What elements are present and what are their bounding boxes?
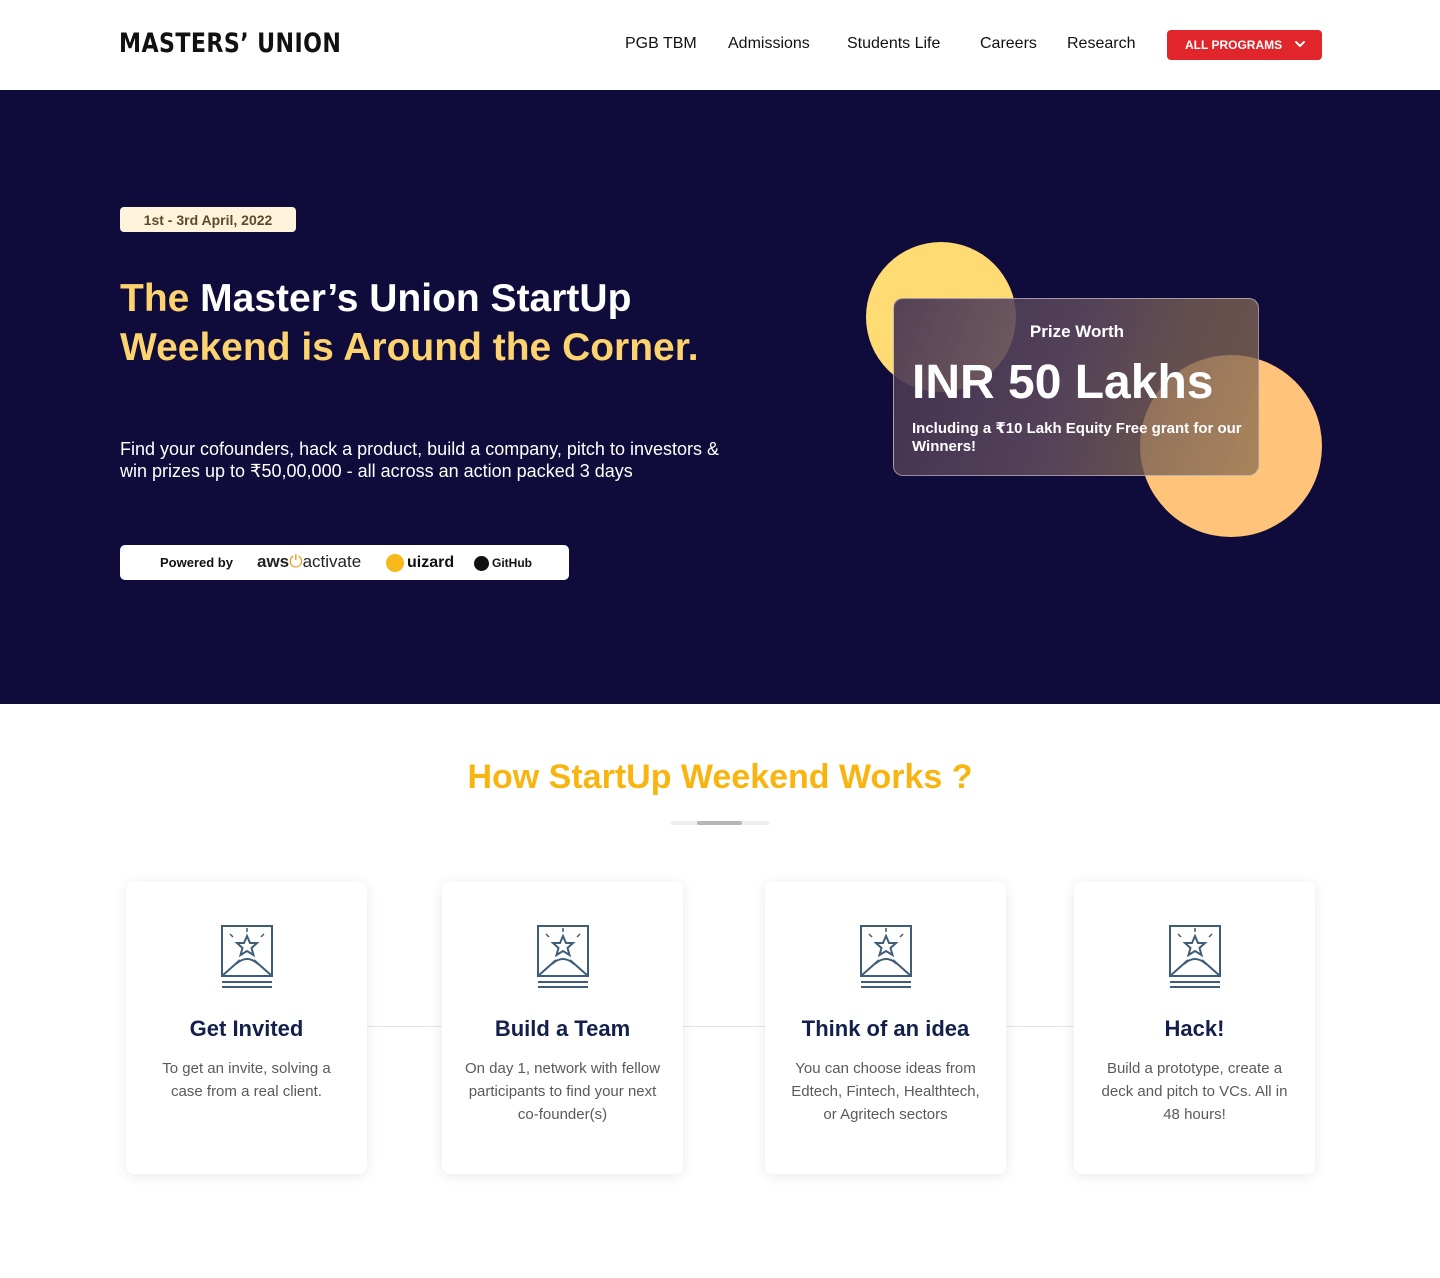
headline-part-1: The bbox=[120, 277, 201, 320]
all-programs-button[interactable]: ALL PROGRAMS bbox=[1167, 30, 1322, 60]
step-description: Build a prototype, create a deck and pit… bbox=[1101, 1060, 1288, 1123]
nav-link-careers[interactable]: Careers bbox=[980, 35, 1037, 55]
hero-headline: The Master’s Union StartUp Weekend is Ar… bbox=[120, 274, 760, 372]
award-envelope-icon bbox=[537, 925, 589, 988]
aws-wordmark: aws bbox=[257, 552, 290, 571]
nav-link-research[interactable]: Research bbox=[1067, 35, 1135, 55]
github-octocat-icon bbox=[474, 555, 489, 571]
site-logo[interactable]: MASTERS’ UNION bbox=[119, 28, 341, 59]
step-description: To get an invite, solving a case from a … bbox=[162, 1060, 331, 1100]
prize-label: Prize Worth bbox=[1029, 322, 1125, 341]
title-divider-accent bbox=[697, 821, 742, 825]
headline-part-3: Weekend is Around the Corner. bbox=[120, 326, 699, 369]
prize-card: Prize Worth INR 50 Lakhs Including a ₹10… bbox=[893, 298, 1259, 476]
uizard-wordmark: uizard bbox=[407, 554, 455, 571]
headline-part-2: Master’s Union StartUp bbox=[200, 277, 632, 320]
nav-link-admissions[interactable]: Admissions bbox=[728, 35, 810, 55]
power-icon: ⏻ bbox=[289, 552, 303, 571]
prize-amount: INR 50 Lakhs bbox=[912, 356, 1214, 409]
hero-section: 1st - 3rd April, 2022 The Master’s Union… bbox=[0, 90, 1440, 704]
chevron-down-icon bbox=[1295, 41, 1305, 48]
step-card-get-invited: Get Invited To get an invite, solving a … bbox=[126, 882, 367, 1174]
step-title: Think of an idea bbox=[801, 1016, 970, 1041]
activate-wordmark: activate bbox=[302, 552, 362, 571]
powered-by-label: Powered by bbox=[160, 555, 233, 570]
hero-subtext: Find your cofounders, hack a product, bu… bbox=[120, 439, 719, 481]
award-envelope-icon bbox=[221, 925, 273, 988]
site-header: MASTERS’ UNION PGB TBM Admissions Studen… bbox=[0, 0, 1440, 90]
step-card-hack: Hack! Build a prototype, create a deck a… bbox=[1074, 882, 1315, 1174]
prize-note: Including a ₹10 Lakh Equity Free grant f… bbox=[912, 420, 1242, 455]
step-card-think-of-an-idea: Think of an idea You can choose ideas fr… bbox=[765, 882, 1006, 1174]
event-date-badge: 1st - 3rd April, 2022 bbox=[120, 207, 296, 232]
aws-activate-logo: aws⏻activate bbox=[257, 552, 361, 572]
step-title: Build a Team bbox=[494, 1016, 631, 1041]
github-logo: GitHub bbox=[474, 555, 532, 571]
how-it-works-title: How StartUp Weekend Works ? bbox=[467, 758, 973, 796]
sponsors-bar: Powered by aws⏻activate uizard GitHub bbox=[120, 545, 569, 580]
github-wordmark: GitHub bbox=[492, 556, 532, 570]
all-programs-label: ALL PROGRAMS bbox=[1185, 38, 1283, 52]
title-divider bbox=[670, 821, 770, 825]
step-title: Get Invited bbox=[189, 1016, 304, 1041]
step-description: You can choose ideas from Edtech, Fintec… bbox=[791, 1060, 980, 1123]
award-envelope-icon bbox=[1169, 925, 1221, 988]
nav-link-pgb-tbm[interactable]: PGB TBM bbox=[625, 35, 697, 55]
nav-link-students-life[interactable]: Students Life bbox=[847, 35, 940, 55]
uizard-mark-icon bbox=[386, 554, 404, 572]
uizard-logo: uizard bbox=[386, 552, 454, 574]
step-title: Hack! bbox=[1164, 1016, 1225, 1041]
step-card-build-a-team: Build a Team On day 1, network with fell… bbox=[442, 882, 683, 1174]
award-envelope-icon bbox=[860, 925, 912, 988]
step-description: On day 1, network with fellow participan… bbox=[464, 1060, 661, 1123]
